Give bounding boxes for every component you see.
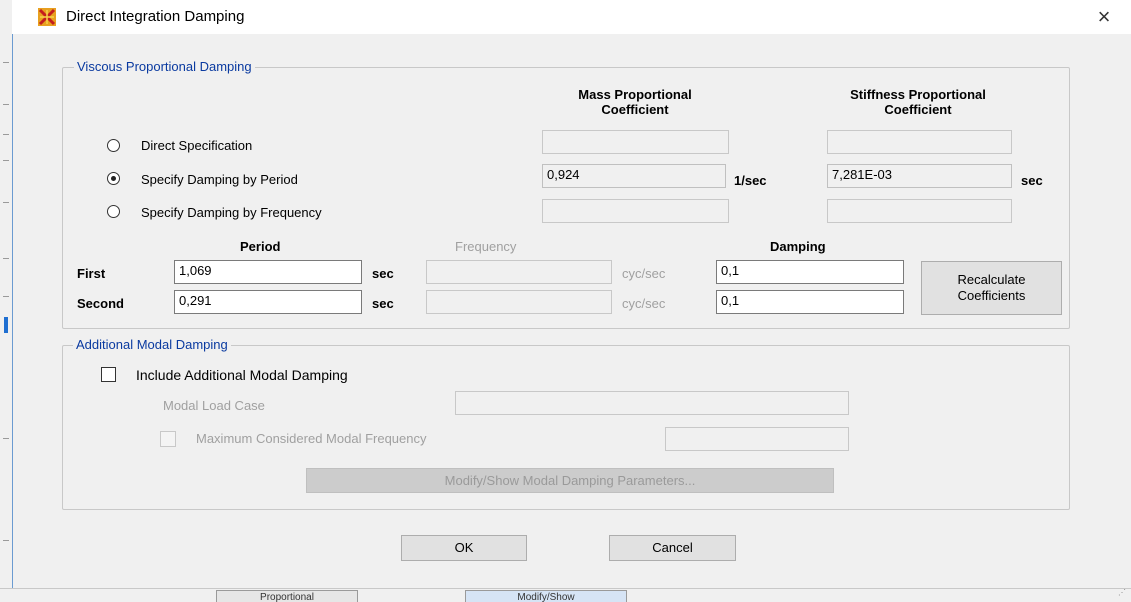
background-tab-modify-show[interactable]: Modify/Show bbox=[465, 590, 627, 602]
first-period-input[interactable]: 1,069 bbox=[174, 260, 362, 284]
mass-unit-label: 1/sec bbox=[734, 173, 767, 188]
modify-show-modal-damping-button[interactable]: Modify/Show Modal Damping Parameters... bbox=[306, 468, 834, 493]
radio-selected-dot bbox=[111, 176, 116, 181]
close-button[interactable]: × bbox=[1090, 3, 1118, 31]
second-damping-input[interactable]: 0,1 bbox=[716, 290, 904, 314]
viscous-damping-legend: Viscous Proportional Damping bbox=[74, 59, 255, 74]
second-period-input[interactable]: 0,291 bbox=[174, 290, 362, 314]
first-row-label: First bbox=[77, 266, 106, 281]
second-frequency-input[interactable] bbox=[426, 290, 612, 314]
second-period-unit: sec bbox=[372, 296, 394, 311]
radio-damping-by-period[interactable] bbox=[107, 172, 120, 185]
ok-button[interactable]: OK bbox=[401, 535, 527, 561]
include-modal-damping-label: Include Additional Modal Damping bbox=[136, 367, 348, 383]
second-frequency-unit: cyc/sec bbox=[622, 296, 666, 311]
max-modal-frequency-checkbox[interactable] bbox=[160, 431, 176, 447]
mass-direct-field[interactable] bbox=[542, 130, 729, 154]
radio-damping-by-period-label: Specify Damping by Period bbox=[141, 172, 298, 187]
radio-damping-by-frequency-label: Specify Damping by Frequency bbox=[141, 205, 322, 220]
first-frequency-unit: cyc/sec bbox=[622, 266, 666, 281]
radio-direct-specification-label: Direct Specification bbox=[141, 138, 253, 153]
second-row-label: Second bbox=[77, 296, 124, 311]
radio-damping-by-frequency[interactable] bbox=[107, 205, 120, 218]
background-tab-proportional[interactable]: Proportional bbox=[216, 590, 358, 602]
first-damping-input[interactable]: 0,1 bbox=[716, 260, 904, 284]
first-frequency-input[interactable] bbox=[426, 260, 612, 284]
max-modal-frequency-field[interactable] bbox=[665, 427, 849, 451]
stiffness-direct-field[interactable] bbox=[827, 130, 1012, 154]
radio-direct-specification[interactable] bbox=[107, 139, 120, 152]
include-modal-damping-checkbox[interactable] bbox=[101, 367, 116, 382]
dialog-title: Direct Integration Damping bbox=[66, 8, 245, 25]
mass-coefficient-header: Mass Proportional Coefficient bbox=[578, 87, 692, 117]
max-modal-frequency-label: Maximum Considered Modal Frequency bbox=[196, 431, 427, 446]
modal-load-case-label: Modal Load Case bbox=[163, 398, 265, 413]
first-period-unit: sec bbox=[372, 266, 394, 281]
damping-header: Damping bbox=[770, 239, 826, 254]
period-header: Period bbox=[240, 239, 281, 254]
resize-grip-icon[interactable]: ⋰ bbox=[1118, 588, 1129, 599]
modal-load-case-field[interactable] bbox=[455, 391, 849, 415]
stiffness-unit-label: sec bbox=[1021, 173, 1043, 188]
stiffness-coefficient-field: 7,281E-03 bbox=[827, 164, 1012, 188]
recalculate-coefficients-button[interactable]: Recalculate Coefficients bbox=[921, 261, 1062, 315]
stiffness-coefficient-header: Stiffness Proportional Coefficient bbox=[850, 87, 986, 117]
app-logo-icon bbox=[38, 8, 56, 26]
stiffness-frequency-field[interactable] bbox=[827, 199, 1012, 223]
cancel-button[interactable]: Cancel bbox=[609, 535, 736, 561]
mass-coefficient-field: 0,924 bbox=[542, 164, 726, 188]
frequency-header: Frequency bbox=[455, 239, 517, 254]
modal-damping-legend: Additional Modal Damping bbox=[73, 337, 231, 352]
mass-frequency-field[interactable] bbox=[542, 199, 729, 223]
